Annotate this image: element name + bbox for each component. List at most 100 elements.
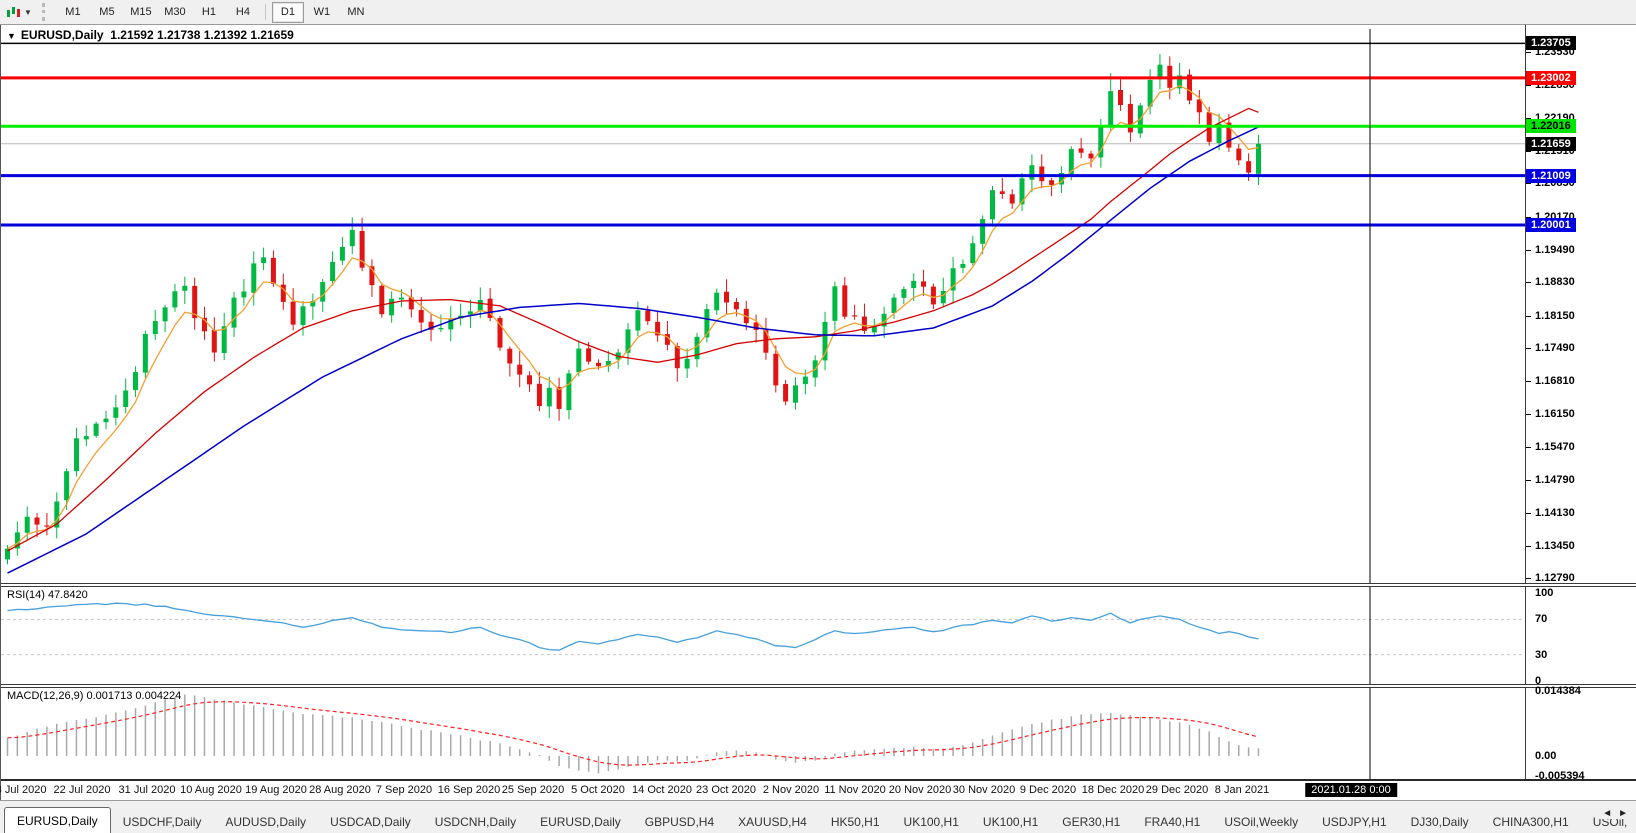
chart-tab-xauusd-h4[interactable]: XAUUSD,H4 [726,810,819,833]
timeframe-button-m30[interactable]: M30 [159,2,191,23]
price-tick-label: 1.14790 [1535,474,1575,486]
price-tick-mark [1526,578,1531,579]
chart-tab-eurusd-daily[interactable]: EURUSD,Daily [4,807,111,833]
price-level-badge: 1.21659 [1526,137,1576,151]
date-tick-label: 20 Nov 2020 [888,784,952,796]
rsi-label: RSI(14) 47.8420 [7,589,88,601]
timeframe-button-mn[interactable]: MN [340,2,372,23]
timeframe-button-w1[interactable]: W1 [306,2,338,23]
chart-tab-gbpusd-h4[interactable]: GBPUSD,H4 [633,810,726,833]
chevron-down-icon[interactable]: ▼ [24,8,32,17]
macd-scale-top: 0.014384 [1535,685,1581,697]
date-tick-label: 10 Aug 2020 [180,784,242,796]
chart-tab-usdchf-daily[interactable]: USDCHF,Daily [111,810,214,833]
chart-tab-usoil-weekly[interactable]: USOil,Weekly [1212,810,1310,833]
chart-tab-audusd-daily[interactable]: AUDUSD,Daily [213,810,318,833]
panel-resize-separator[interactable] [1,583,1636,587]
candlestick-icon [7,7,20,17]
scroll-left-icon[interactable]: ◄ [1602,808,1612,819]
chart-canvas [1,29,1525,779]
price-tick-label: 1.16150 [1535,408,1575,420]
price-tick-mark [1526,85,1531,86]
price-tick-mark [1526,447,1531,448]
trading-terminal-window: ▼ M1 M5 M15 M30 H1 H4 D1 W1 MN ▼ EURUSD,Daily 1.2… [0,0,1636,833]
price-tick-mark [1526,282,1531,283]
time-axis[interactable]: 13 Jul 2020 22 Jul 2020 31 Jul 2020 10 Aug … [0,781,1636,800]
price-tick-mark [1526,414,1531,415]
chart-tab-hk50-h1[interactable]: HK50,H1 [819,810,892,833]
timeframe-button-h4[interactable]: H4 [227,2,259,23]
price-tick-mark [1526,316,1531,317]
price-tick-mark [1526,183,1531,184]
symbol-label: EURUSD,Daily [20,28,104,42]
price-tick-mark [1526,151,1531,152]
price-level-badge: 1.20001 [1526,218,1576,232]
price-tick-label: 1.12790 [1535,572,1575,584]
toolbar-grip-handle[interactable] [41,3,50,21]
chart-tab-fra40-h1[interactable]: FRA40,H1 [1132,810,1212,833]
price-tick-label: 1.19490 [1535,244,1575,256]
timeframe-buttons: M1 M5 M15 M30 H1 H4 D1 W1 MN [56,1,373,23]
date-tick-label: 23 Oct 2020 [696,784,756,796]
scroll-right-icon[interactable]: ► [1618,808,1628,819]
chart-tab-usdjpy-h1[interactable]: USDJPY,H1 [1310,810,1398,833]
date-tick-label: 2 Nov 2020 [762,784,820,796]
price-tick-mark [1526,381,1531,382]
rsi-scale-label: 30 [1535,649,1548,661]
price-tick-mark [1526,480,1531,481]
date-tick-label: 16 Sep 2020 [437,784,501,796]
date-tick-label: 19 Aug 2020 [245,784,307,796]
chart-title: ▼ EURUSD,Daily 1.21592 1.21738 1.21392 1.… [7,28,294,42]
price-level-badge: 1.23002 [1526,71,1576,85]
date-tick-label: 29 Dec 2020 [1145,784,1209,796]
chart-tab-china300-h1[interactable]: CHINA300,H1 [1481,810,1581,833]
toolbar-separator [264,4,266,20]
vline-date-badge: 2021.01.28 0:00 [1305,783,1397,797]
panel-resize-separator[interactable] [1,684,1636,688]
chart-tab-uk100-h1[interactable]: UK100,H1 [971,810,1050,833]
date-tick-label: 9 Dec 2020 [1019,784,1077,796]
price-tick-mark [1526,513,1531,514]
ohlc-values: 1.21592 1.21738 1.21392 1.21659 [110,28,294,42]
timeframe-toolbar: ▼ M1 M5 M15 M30 H1 H4 D1 W1 MN [0,0,1636,25]
price-tick-mark [1526,250,1531,251]
date-tick-label: 5 Oct 2020 [571,784,625,796]
timeframe-button-m15[interactable]: M15 [125,2,157,23]
timeframe-button-m1[interactable]: M1 [57,2,89,23]
timeframe-button-m5[interactable]: M5 [91,2,123,23]
collapse-ohlc-icon[interactable]: ▼ [7,31,16,41]
timeframe-button-d1[interactable]: D1 [271,1,304,23]
price-tick-mark [1526,546,1531,547]
price-level-badge: 1.23705 [1526,36,1576,50]
date-tick-label: 13 Jul 2020 [0,784,47,796]
date-tick-label: 28 Aug 2020 [309,784,371,796]
chart-window[interactable]: ▼ EURUSD,Daily 1.21592 1.21738 1.21392 1.… [0,25,1636,800]
price-tick-label: 1.15470 [1535,441,1575,453]
price-tick-mark [1526,52,1531,53]
rsi-scale-label: 70 [1535,613,1548,625]
price-tick-label: 1.18830 [1535,276,1575,288]
indicators-icon[interactable] [4,3,24,21]
date-tick-label: 18 Dec 2020 [1081,784,1145,796]
price-tick-label: 1.14130 [1535,507,1575,519]
date-tick-label: 14 Oct 2020 [632,784,692,796]
date-tick-label: 11 Nov 2020 [824,784,886,796]
chart-tab-usdcad-daily[interactable]: USDCAD,Daily [318,810,423,833]
timeframe-button-h1[interactable]: H1 [193,2,225,23]
price-tick-mark [1526,348,1531,349]
date-tick-label: 7 Sep 2020 [375,784,433,796]
macd-scale-zero: 0.00 [1535,750,1557,762]
price-level-badge: 1.21009 [1526,169,1576,183]
chart-tab-bar: EURUSD,Daily USDCHF,Daily AUDUSD,Daily USDC… [0,800,1636,833]
date-tick-label: 8 Jan 2021 [1214,784,1270,796]
chart-tab-ger30-h1[interactable]: GER30,H1 [1050,810,1132,833]
chart-tab-dj30-daily[interactable]: DJ30,Daily [1399,810,1481,833]
chart-tab-usdcnh-daily[interactable]: USDCNH,Daily [423,810,528,833]
chart-tab-eurusd-daily[interactable]: EURUSD,Daily [528,810,633,833]
price-tick-label: 1.17490 [1535,342,1575,354]
date-tick-label: 25 Sep 2020 [501,784,565,796]
date-tick-label: 31 Jul 2020 [118,784,176,796]
chart-tab-uk100-h1[interactable]: UK100,H1 [892,810,971,833]
date-tick-label: 22 Jul 2020 [53,784,111,796]
price-tick-label: 1.13450 [1535,540,1575,552]
